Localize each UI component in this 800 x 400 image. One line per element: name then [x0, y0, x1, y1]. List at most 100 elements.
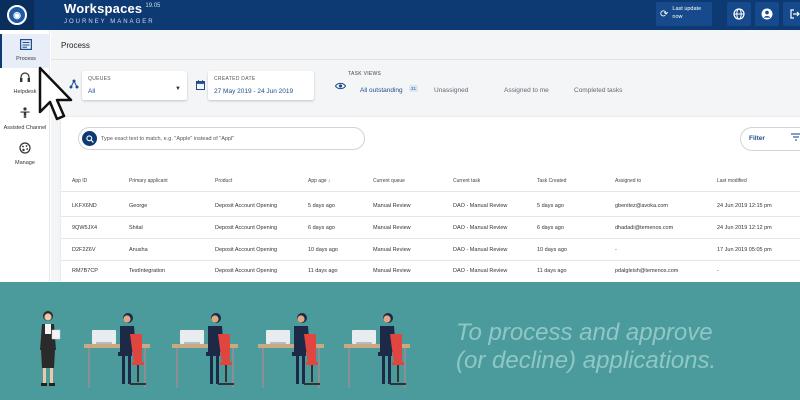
cell-applicant: Shital [129, 225, 143, 231]
cell-last-modified: - [717, 268, 719, 274]
cell-applicant: Anusha [129, 247, 148, 253]
cell-product: Deposit Account Opening [215, 268, 278, 274]
cell-assigned-to: gbenitez@avoka.com [615, 203, 668, 209]
cell-assigned-to: pdalgleish@temenos.com [615, 268, 679, 274]
app-version: 19.05 [145, 2, 161, 9]
queues-select[interactable]: QUEUES All ▼ [82, 71, 187, 100]
workstation-figure [258, 313, 324, 388]
refresh-icon: ⟳ [660, 8, 669, 20]
last-update-label: Last update [672, 6, 702, 13]
app-title: Workspaces [64, 1, 143, 16]
brand: Workspaces 19.05 JOURNEY MANAGER [64, 1, 160, 25]
col-app-age[interactable]: App age ↓ [308, 178, 331, 184]
cell-queue: Manual Review [373, 203, 411, 209]
language-button[interactable] [727, 2, 751, 26]
banner-line: To process and approve [456, 319, 713, 346]
cell-app-age: 11 days ago [308, 268, 338, 274]
caret-down-icon: ▼ [175, 86, 181, 92]
tab-unassigned[interactable]: Unassigned [434, 87, 468, 94]
col-product[interactable]: Product [215, 178, 232, 184]
cell-app-id: RM7B7CP [72, 268, 98, 274]
cell-queue: Manual Review [373, 225, 411, 231]
promo-banner: To process and approve (or decline) appl… [0, 282, 800, 400]
search-box [78, 127, 365, 150]
cell-last-modified: 17 Jun 2019 05:05 pm [717, 247, 772, 253]
col-app-id[interactable]: App ID [72, 178, 87, 184]
standing-woman-figure [40, 311, 61, 386]
cell-app-id: LKFX6ND [72, 203, 97, 209]
col-current-task[interactable]: Current task [453, 178, 480, 184]
cell-app-id: D2F2Z6V [72, 247, 96, 253]
cell-task: DAO - Manual Review [453, 225, 508, 231]
task-table-card: Filter App ID Primary applicant Product … [61, 117, 800, 282]
created-date-picker[interactable]: CREATED DATE 27 May 2019 - 24 Jun 2019 [208, 71, 314, 100]
cursor-arrow-icon [38, 66, 73, 121]
tab-assigned-to-me[interactable]: Assigned to me [504, 87, 549, 94]
workstation-figure [344, 313, 410, 388]
cell-task-created: 11 days ago [537, 268, 567, 274]
queues-value: All [88, 88, 96, 95]
cell-queue: Manual Review [373, 268, 411, 274]
banner-line: (or decline) applications. [456, 347, 717, 374]
cell-task-created: 10 days ago [537, 247, 567, 253]
filter-lines-icon [791, 133, 800, 143]
app-subtitle: JOURNEY MANAGER [64, 19, 155, 25]
workstation-figure [84, 313, 150, 388]
cell-product: Deposit Account Opening [215, 247, 278, 253]
globe-icon [733, 8, 745, 20]
cell-last-modified: 24 Jun 2019 12:15 pm [717, 203, 772, 209]
sidebar-item-label: Assisted Channel [3, 125, 47, 131]
app-root: ◉ Workspaces 19.05 JOURNEY MANAGER ⟳ Last… [0, 0, 800, 400]
logo[interactable]: ◉ [0, 0, 34, 30]
divider [61, 191, 800, 192]
tab-all-outstanding[interactable]: All outstanding [360, 87, 403, 94]
cell-task: DAO - Manual Review [453, 268, 508, 274]
office-workers-illustration [40, 311, 410, 388]
top-header: ◉ Workspaces 19.05 JOURNEY MANAGER ⟳ Last… [0, 0, 800, 30]
banner-caption: To process and approve (or decline) appl… [456, 319, 786, 375]
col-task-created[interactable]: Task Created [537, 178, 566, 184]
divider [61, 260, 800, 261]
calendar-icon [196, 80, 205, 92]
logout-button[interactable] [783, 2, 800, 26]
eye-icon [334, 82, 347, 92]
sidebar-item-manage[interactable]: Manage [0, 142, 50, 166]
cell-app-age: 5 days ago [308, 203, 335, 209]
sidebar-item-process[interactable]: Process [0, 34, 50, 68]
queues-label: QUEUES [88, 76, 111, 82]
col-current-queue[interactable]: Current queue [373, 178, 405, 184]
cell-task: DAO - Manual Review [453, 203, 508, 209]
filter-label: Filter [749, 135, 765, 142]
cell-assigned-to: dhadadi@temenos.com [615, 225, 674, 231]
cell-applicant: TestIntegration [129, 268, 166, 274]
cell-app-id: 9QW5JX4 [72, 225, 98, 231]
cell-assigned-to: - [615, 247, 617, 253]
divider [61, 216, 800, 217]
last-update-value: now [672, 14, 683, 20]
cell-applicant: George [129, 203, 148, 209]
col-assigned-to[interactable]: Assigned to [615, 178, 641, 184]
filter-button[interactable]: Filter [740, 127, 800, 151]
created-date-value: 27 May 2019 - 24 Jun 2019 [214, 88, 294, 95]
sidebar-item-label: Manage [15, 160, 35, 166]
count-badge: 21 [409, 85, 419, 92]
cell-queue: Manual Review [373, 247, 411, 253]
cell-product: Deposit Account Opening [215, 225, 278, 231]
cell-task: DAO - Manual Review [453, 247, 508, 253]
workstation-figure [172, 313, 238, 388]
search-icon[interactable] [82, 131, 97, 146]
col-last-modified[interactable]: Last modified [717, 178, 747, 184]
search-input[interactable] [101, 132, 359, 145]
tab-completed-tasks[interactable]: Completed tasks [574, 87, 622, 94]
divider [51, 59, 800, 60]
globe-logo-icon: ◉ [7, 5, 27, 25]
col-primary-applicant[interactable]: Primary applicant [129, 178, 168, 184]
task-views-label: TASK VIEWS [348, 71, 382, 77]
cell-last-modified: 24 Jun 2019 12:12 pm [717, 225, 772, 231]
process-icon [2, 39, 50, 53]
cell-product: Deposit Account Opening [215, 203, 278, 209]
cell-task-created: 5 days ago [537, 203, 564, 209]
main-content: Process QUEUES All ▼ CREATED DATE 27 May… [51, 30, 800, 282]
profile-button[interactable] [755, 2, 779, 26]
last-update-button[interactable]: ⟳ Last update now [656, 2, 712, 26]
